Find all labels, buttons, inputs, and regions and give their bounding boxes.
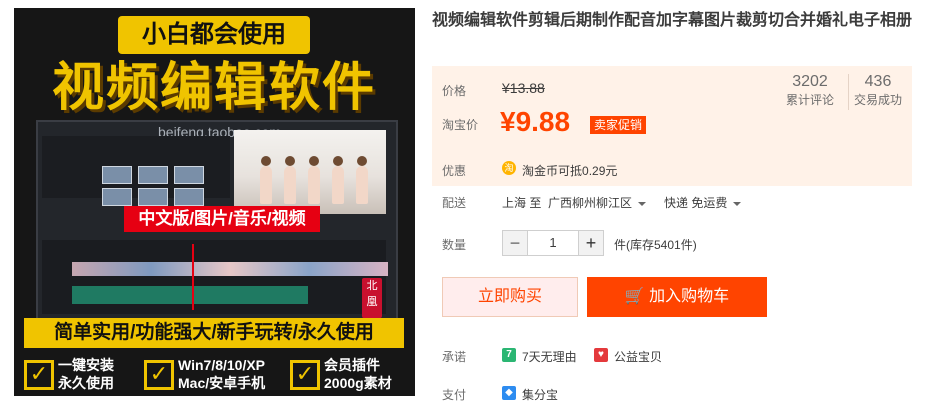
sale-price: ¥9.88: [500, 106, 571, 137]
charity-heart-icon: ♥: [594, 348, 608, 362]
media-thumb: [138, 166, 168, 184]
preview-figure: [332, 156, 344, 204]
product-info-panel: 视频编辑软件剪辑后期制作配音加字幕图片裁剪切合并婚礼电子相册 价格 ¥13.88…: [432, 8, 912, 416]
media-library-panel: [42, 136, 230, 206]
media-thumb: [138, 188, 168, 206]
preview-figure: [284, 156, 296, 204]
check-icon: ✓: [24, 360, 54, 390]
add-to-cart-button[interactable]: 🛒 加入购物车: [587, 277, 767, 317]
preview-figure: [260, 156, 272, 204]
feature-text: 会员插件 2000g素材: [324, 357, 392, 391]
seal-stamp: 北凰: [362, 278, 382, 318]
preview-figure: [308, 156, 320, 204]
destination-select[interactable]: 广西柳州柳江区: [548, 194, 647, 211]
media-thumb: [174, 188, 204, 206]
seven-day-return-link[interactable]: 7天无理由: [522, 348, 577, 365]
feature-text: 一键安装 永久使用: [58, 357, 114, 391]
chevron-down-icon: [733, 201, 742, 206]
charity-link[interactable]: 公益宝贝: [614, 348, 662, 365]
sales-count: 436 交易成功: [853, 73, 902, 107]
quantity-label: 数量: [442, 238, 467, 252]
product-title: 视频编辑软件剪辑后期制作配音加字幕图片裁剪切合并婚礼电子相册: [432, 12, 913, 29]
editor-screenshot: beifeng.taobao.com 中文版/图片/音乐/视频: [36, 120, 398, 322]
feature-text: Win7/8/10/XP Mac/安卓手机: [178, 357, 266, 391]
quantity-increase-button[interactable]: +: [578, 230, 604, 256]
taobao-price-label: 淘宝价: [442, 118, 479, 132]
price-label: 价格: [442, 84, 467, 98]
check-icon: ✓: [144, 360, 174, 390]
image-badge: 小白都会使用: [118, 16, 310, 54]
cart-icon: 🛒: [624, 288, 645, 305]
chevron-down-icon: [638, 201, 647, 206]
quantity-input[interactable]: 1: [528, 230, 578, 256]
product-main-image[interactable]: 小白都会使用 视频编辑软件 beifeng.taobao.com 中文版/图片/…: [14, 8, 415, 396]
payment-label: 支付: [442, 388, 467, 402]
promotion-label: 优惠: [442, 164, 467, 178]
media-thumb: [174, 166, 204, 184]
preview-figure: [356, 156, 368, 204]
ship-from: 上海 至: [502, 196, 542, 210]
image-headline: 视频编辑软件: [51, 59, 376, 117]
playhead: [192, 244, 194, 310]
image-banner: 中文版/图片/音乐/视频: [124, 206, 320, 232]
promotion-text: 淘金币可抵0.29元: [522, 164, 618, 178]
preview-window: [234, 130, 386, 214]
price-box: 价格 ¥13.88 淘宝价 ¥9.88 卖家促销 3202 累计评论 436 交…: [432, 66, 912, 152]
quantity-decrease-button[interactable]: −: [502, 230, 528, 256]
shipping-method-select[interactable]: 快递 免运费: [664, 194, 742, 211]
stock-text: 件(库存5401件): [614, 238, 697, 252]
image-slogan: 简单实用/功能强大/新手玩转/永久使用: [24, 318, 404, 348]
original-price: ¥13.88: [502, 80, 545, 96]
check-icon: ✓: [290, 360, 320, 390]
media-thumb: [102, 166, 132, 184]
promotion-row: 优惠 淘 淘金币可抵0.29元: [432, 152, 912, 186]
jifenbao-icon: ◆: [502, 386, 516, 400]
shipping-label: 配送: [442, 196, 467, 210]
review-count[interactable]: 3202 累计评论: [780, 72, 840, 108]
payment-method: 集分宝: [522, 388, 559, 402]
promo-tag: 卖家促销: [590, 116, 647, 134]
guarantee-label: 承诺: [442, 350, 467, 364]
audio-track: [72, 286, 308, 304]
timeline: [42, 240, 388, 314]
taojinbi-coin-icon: 淘: [502, 161, 516, 175]
media-thumb: [102, 188, 132, 206]
video-track: [72, 262, 388, 276]
buy-now-button[interactable]: 立即购买: [442, 277, 578, 317]
seven-day-return-icon: 7: [502, 348, 516, 362]
